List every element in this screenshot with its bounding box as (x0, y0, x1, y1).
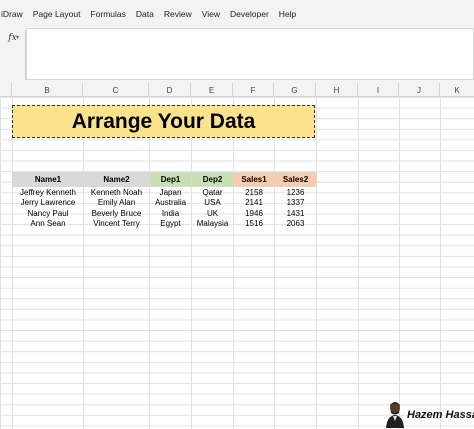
table-row: Ann Sean Vincent Terry Egypt Malaysia 15… (13, 219, 317, 230)
header-sales1[interactable]: Sales1 (233, 172, 275, 187)
grid-line (12, 97, 13, 429)
column-header-c[interactable]: C (83, 83, 149, 97)
table-row: Jeffrey Kenneth Kenneth Noah Japan Qatar… (13, 187, 317, 198)
header-sales2[interactable]: Sales2 (274, 172, 317, 187)
grid-line (274, 97, 275, 429)
grid-line (358, 97, 359, 429)
cell-sales2[interactable]: 1431 (275, 208, 317, 219)
menu-view[interactable]: View (197, 9, 225, 19)
cell-dep1[interactable]: Australia (150, 197, 192, 208)
header-row: Name1 Name2 Dep1 Dep2 Sales1 Sales2 (12, 172, 317, 187)
watermark-text: Hazem Hassa (407, 408, 474, 421)
cell-dep2[interactable]: Qatar (192, 187, 234, 198)
cell-dep1[interactable]: Japan (150, 187, 192, 198)
formula-bar: fx ▾ (0, 28, 474, 83)
grid-line (316, 97, 317, 429)
column-header-a[interactable] (0, 83, 12, 97)
header-dep2[interactable]: Dep2 (191, 172, 234, 187)
menu-formulas[interactable]: Formulas (85, 9, 130, 19)
column-header-j[interactable]: J (399, 83, 440, 97)
cell-name1[interactable]: Jerry Lawrence (13, 197, 84, 208)
cell-sales2[interactable]: 1236 (275, 187, 317, 198)
menu-data[interactable]: Data (131, 9, 159, 19)
grid-line (83, 97, 84, 429)
column-header-e[interactable]: E (191, 83, 233, 97)
column-headers: B C D E F G H I J K (0, 83, 474, 97)
cell-name1[interactable]: Jeffrey Kenneth (13, 187, 84, 198)
cell-name2[interactable]: Beverly Bruce (84, 208, 150, 219)
header-name1[interactable]: Name1 (12, 172, 84, 187)
column-header-b[interactable]: B (12, 83, 83, 97)
column-header-f[interactable]: F (233, 83, 274, 97)
column-header-i[interactable]: I (358, 83, 399, 97)
column-header-h[interactable]: H (316, 83, 358, 97)
cell-sales2[interactable]: 2063 (275, 219, 317, 230)
grid-line (191, 97, 192, 429)
cell-sales1[interactable]: 1516 (234, 219, 275, 230)
cell-dep2[interactable]: Malaysia (192, 219, 234, 230)
cell-sales2[interactable]: 1337 (275, 197, 317, 208)
chevron-down-icon[interactable]: ▾ (16, 34, 19, 41)
ribbon-menu: iDraw Page Layout Formulas Data Review V… (0, 0, 474, 28)
menu-developer[interactable]: Developer (225, 9, 274, 19)
column-header-d[interactable]: D (149, 83, 191, 97)
cell-dep1[interactable]: Egypt (150, 219, 192, 230)
cell-name2[interactable]: Kenneth Noah (84, 187, 150, 198)
table-row: Jerry Lawrence Emily Alan Australia USA … (13, 197, 317, 208)
cell-name1[interactable]: Nancy Paul (13, 208, 84, 219)
cell-dep2[interactable]: UK (192, 208, 234, 219)
cell-sales1[interactable]: 2141 (234, 197, 275, 208)
cell-name2[interactable]: Emily Alan (84, 197, 150, 208)
table-row: Nancy Paul Beverly Bruce India UK 1946 1… (13, 208, 317, 219)
header-dep1[interactable]: Dep1 (149, 172, 192, 187)
cell-sales1[interactable]: 1946 (234, 208, 275, 219)
cell-dep1[interactable]: India (150, 208, 192, 219)
formula-input[interactable] (26, 28, 474, 80)
column-header-k[interactable]: K (440, 83, 474, 97)
column-header-g[interactable]: G (274, 83, 316, 97)
avatar-icon (386, 402, 404, 428)
title-banner[interactable]: Arrange Your Data (12, 105, 315, 138)
data-table: Name1 Name2 Dep1 Dep2 Sales1 Sales2 Jeff… (12, 172, 317, 229)
menu-page-layout[interactable]: Page Layout (28, 9, 86, 19)
grid-line (399, 97, 400, 429)
cell-name2[interactable]: Vincent Terry (84, 219, 150, 230)
header-name2[interactable]: Name2 (83, 172, 150, 187)
menu-help[interactable]: Help (274, 9, 301, 19)
grid-line (440, 97, 441, 429)
menu-review[interactable]: Review (159, 9, 197, 19)
cell-name1[interactable]: Ann Sean (13, 219, 84, 230)
fx-icon[interactable]: fx (0, 28, 25, 80)
cell-sales1[interactable]: 2158 (234, 187, 275, 198)
grid-line (233, 97, 234, 429)
cell-grid[interactable] (0, 97, 474, 429)
cell-dep2[interactable]: USA (192, 197, 234, 208)
menu-draw[interactable]: iDraw (0, 9, 28, 19)
author-watermark: Hazem Hassa (385, 400, 474, 429)
grid-line (149, 97, 150, 429)
